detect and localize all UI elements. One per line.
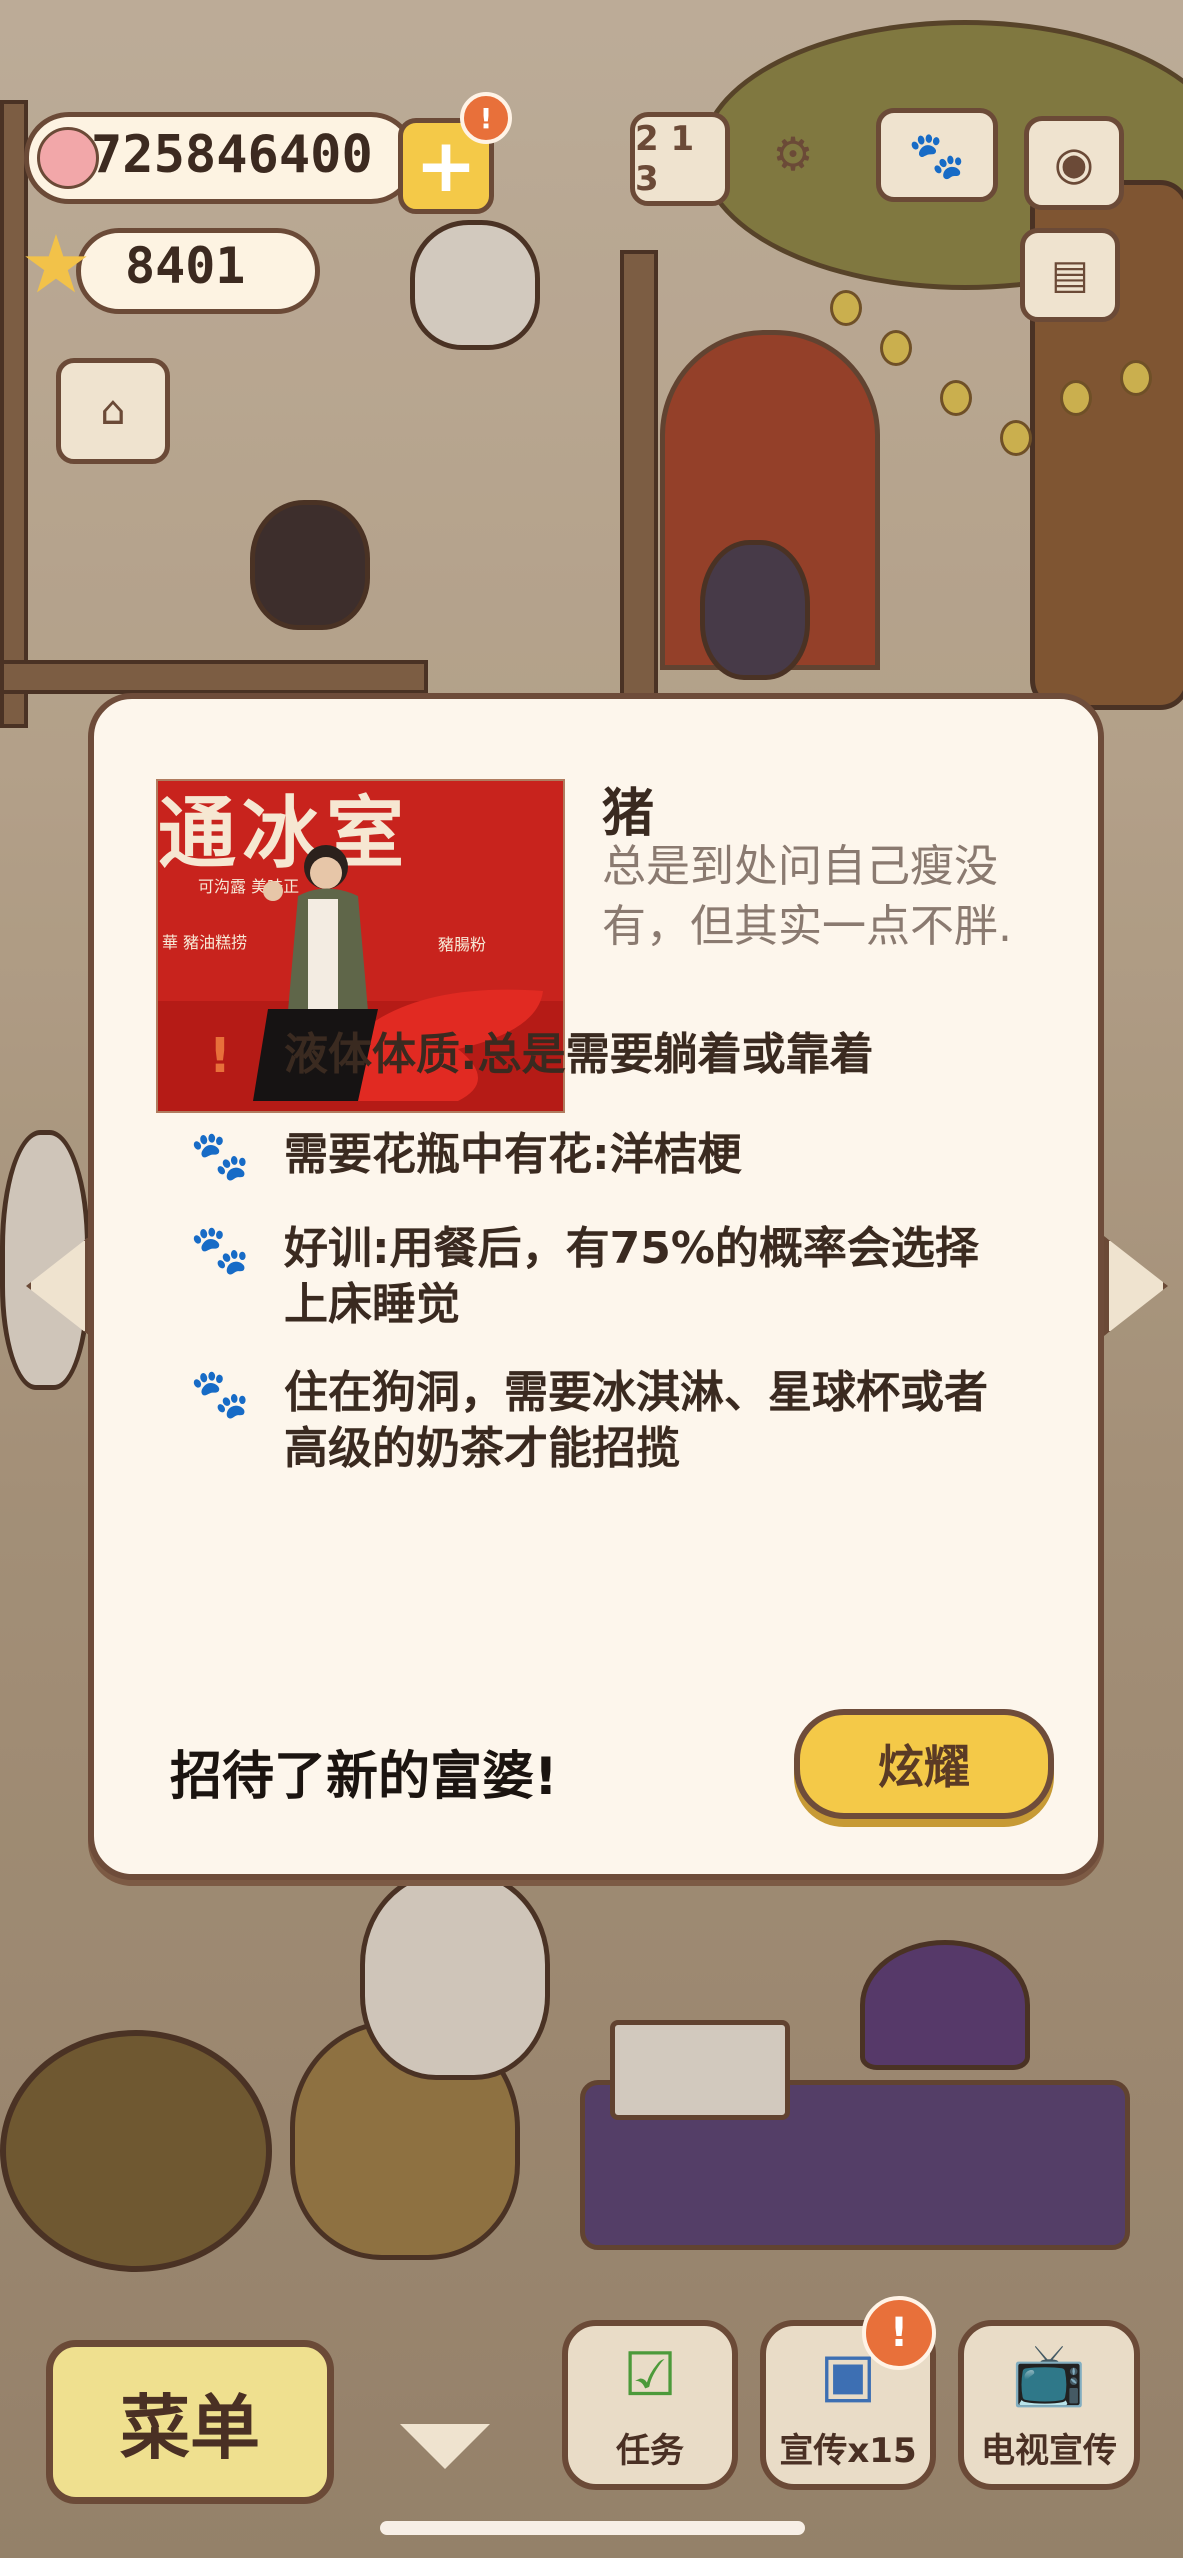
- tasks-label: 任务: [616, 2431, 684, 2471]
- coin-amount: 725846400: [91, 125, 373, 185]
- tv-promo-label: 电视宣传: [981, 2431, 1117, 2471]
- pig-face-icon: [37, 127, 99, 189]
- trait-item: 🐾 需要花瓶中有花:洋桔梗: [190, 1127, 1010, 1185]
- coin-counter: 725846400: [24, 112, 416, 204]
- camera-icon[interactable]: ◉: [1024, 116, 1124, 210]
- star-amount: 8401: [125, 237, 246, 295]
- trait-item: 🐾 住在狗洞，需要冰淇淋、星球杯或者高级的奶茶才能招揽: [190, 1365, 1010, 1477]
- trait-text: 住在狗洞，需要冰淇淋、星球杯或者高级的奶茶才能招揽: [284, 1367, 988, 1474]
- star-counter: 8401: [76, 228, 320, 314]
- trait-item: ! 液体体质:总是需要躺着或靠着: [190, 1027, 1010, 1085]
- exclamation-icon: !: [209, 1028, 231, 1084]
- paw-icon: 🐾: [190, 1222, 250, 1278]
- trait-text: 好训:用餐后，有75%的概率会选择上床睡觉: [284, 1223, 979, 1330]
- new-customer-message: 招待了新的富婆!: [170, 1747, 558, 1807]
- customer-description: 总是到处问自己瘦没有，但其实一点不胖.: [602, 841, 1012, 952]
- trait-text: 液体体质:总是需要躺着或靠着: [284, 1029, 874, 1080]
- promo-alert-badge: !: [862, 2296, 936, 2370]
- show-off-button[interactable]: 炫耀: [794, 1709, 1054, 1819]
- shop-stall-icon[interactable]: ⌂: [56, 358, 170, 464]
- settings-gear-icon[interactable]: ⚙: [748, 112, 838, 196]
- customer-name: 猪: [602, 784, 655, 844]
- trait-item: 🐾 好训:用餐后，有75%的概率会选择上床睡觉: [190, 1221, 1010, 1333]
- star-face-icon: ★: [20, 218, 92, 311]
- menu-button[interactable]: 菜单: [46, 2340, 334, 2504]
- tasks-button[interactable]: ☑ 任务: [562, 2320, 738, 2490]
- menu-label: 菜单: [120, 2386, 260, 2469]
- paw-icon: 🐾: [190, 1128, 250, 1184]
- promo-label: 宣传x15: [779, 2431, 917, 2471]
- home-indicator[interactable]: [380, 2521, 805, 2535]
- newspaper-icon[interactable]: ▤: [1020, 228, 1120, 322]
- ranking-podium-icon[interactable]: 2 1 3: [630, 112, 730, 206]
- paw-book-icon[interactable]: 🐾: [876, 108, 998, 202]
- tv-icon: 📺: [1011, 2340, 1087, 2410]
- tv-promo-button[interactable]: 📺 电视宣传: [958, 2320, 1140, 2490]
- paw-icon: 🐾: [190, 1366, 250, 1422]
- trait-text: 需要花瓶中有花:洋桔梗: [284, 1129, 742, 1180]
- collapse-arrow[interactable]: [400, 2424, 490, 2469]
- new-customer-dialog: 通冰室 可沟露 美味正 華 豬油糕捞 豬腸粉 猪 总是到处问自己瘦没有，但其实一…: [88, 693, 1104, 1880]
- checklist-icon: ☑: [623, 2340, 677, 2410]
- add-coins-alert-badge: !: [460, 92, 512, 144]
